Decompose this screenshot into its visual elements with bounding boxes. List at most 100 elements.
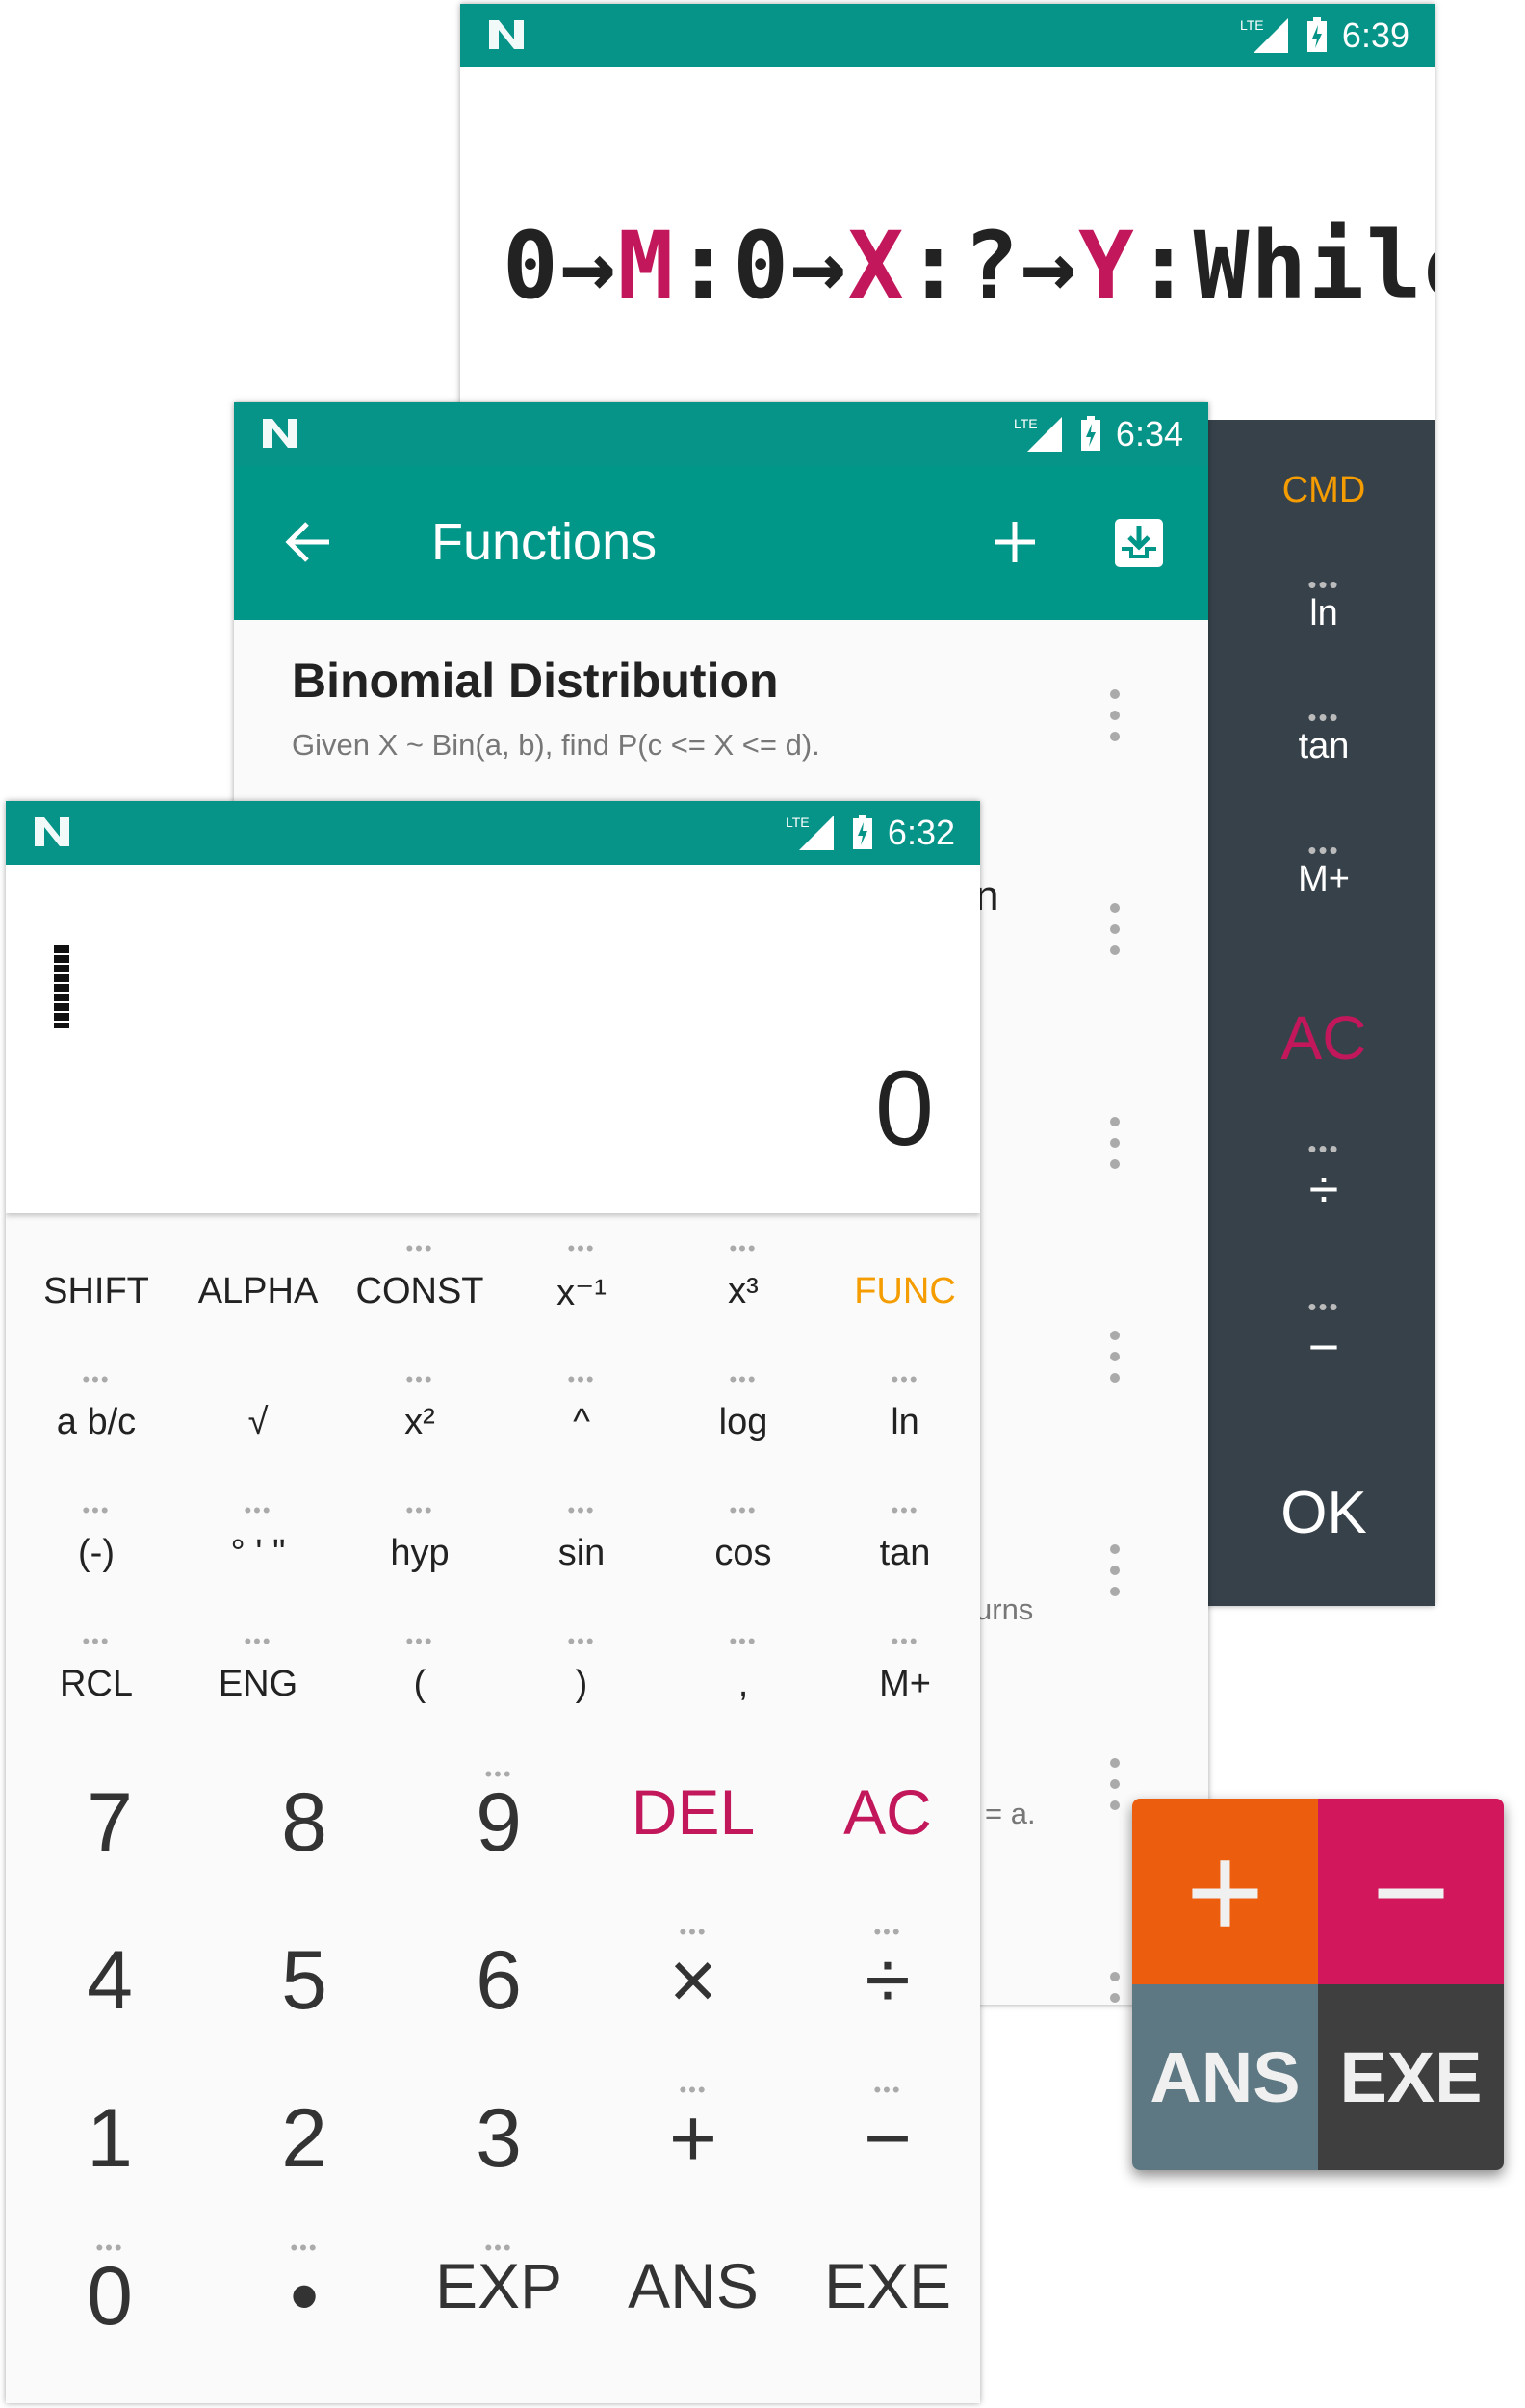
function-key[interactable]: ••• ln [824,1367,980,1443]
function-key-label: , [737,1664,749,1704]
minus-label: − [1371,1815,1451,1967]
keypad-key-label: 9 [476,1776,522,1869]
keypad-key[interactable]: 1 [13,2091,206,2187]
function-key[interactable]: ••• ( [339,1629,501,1705]
more-vert-icon[interactable] [1110,689,1124,753]
function-key[interactable]: •••, [662,1629,824,1705]
function-key[interactable]: ••• (-) [15,1498,177,1574]
secondary-indicator: ••• [873,2078,902,2102]
exe-tile: EXE [1318,1984,1504,2170]
ln-key-label: ln [1309,593,1338,634]
function-key[interactable]: ••• RCL [15,1629,177,1705]
more-vert-icon[interactable] [1110,1117,1124,1180]
calculator-display[interactable]: 0 [6,865,980,1213]
function-key[interactable]: ••• tan [824,1498,980,1574]
minus-key[interactable]: ••• − [1242,1294,1406,1378]
more-vert-icon[interactable] [1110,1972,1124,2005]
exe-label: EXE [1339,2037,1483,2117]
keypad-key[interactable]: ••• ÷ [791,1920,980,2029]
secondary-indicator: ••• [484,2236,513,2260]
function-key[interactable]: ••• x⁻¹ [501,1236,662,1314]
keypad-key[interactable]: ANS [597,2249,789,2322]
cmd-key[interactable]: CMD [1242,470,1406,511]
function-key[interactable]: √ [177,1402,339,1443]
function-key[interactable]: •••) [501,1629,662,1705]
secondary-indicator: ••• [405,1629,434,1653]
app-icon: + − ANS EXE [1132,1799,1504,2170]
android-n-icon [35,817,69,846]
keypad-key-label: ANS [628,2250,759,2321]
function-key[interactable]: SHIFT [15,1271,177,1312]
keypad-key-label: + [668,2092,718,2185]
function-key-label: x⁻¹ [556,1273,607,1313]
ac-key[interactable]: AC [1242,1002,1406,1074]
keypad-key[interactable]: DEL [597,1775,789,1849]
keypad-key-label: EXP [434,2250,563,2321]
secondary-indicator: ••• [484,1762,513,1786]
keypad-key-label: • [289,2250,320,2343]
keypad-key[interactable]: ••• • [208,2236,401,2344]
keypad-key[interactable]: ••• 9 [402,1762,595,1871]
keypad-key[interactable]: AC [791,1775,980,1849]
secondary-indicator: ••• [891,1367,919,1391]
keypad-key[interactable]: 3 [402,2091,595,2187]
lte-signal-icon: LTE [1240,17,1288,53]
function-key[interactable]: FUNC [824,1271,980,1312]
program-display: 0→M:0→X:?→Y:While 1 [460,67,1435,420]
function-key[interactable]: ••• cos [662,1498,824,1574]
back-arrow-icon[interactable] [284,520,332,564]
android-n-icon [263,419,297,448]
keypad-key[interactable]: 2 [208,2091,401,2187]
keypad-key[interactable]: 7 [13,1775,206,1871]
secondary-indicator: ••• [405,1498,434,1522]
ok-key[interactable]: OK [1242,1479,1406,1547]
keypad-key[interactable]: ••• − [791,2078,980,2187]
keypad-key[interactable]: 5 [208,1933,401,2029]
function-description: Given X ~ Bin(a, b), find P(c <= X <= d)… [292,728,820,762]
function-key[interactable]: ALPHA [177,1271,339,1312]
function-key[interactable]: ••• x³ [662,1236,824,1312]
function-key[interactable]: ••• hyp [339,1498,501,1574]
keypad-key-label: 2 [281,2092,327,2185]
plus-label: + [1185,1815,1265,1967]
add-icon[interactable] [993,520,1037,564]
battery-icon [852,815,872,849]
function-key[interactable]: ••• CONST [339,1236,501,1312]
keypad-key[interactable]: ••• × [597,1920,789,2029]
divide-key[interactable]: ••• ÷ [1242,1136,1406,1220]
more-vert-icon[interactable] [1110,1331,1124,1394]
more-vert-icon[interactable] [1110,903,1124,967]
keypad-key-label: 6 [476,1934,522,2027]
function-key[interactable]: ••• sin [501,1498,662,1574]
function-key[interactable]: ••• log [662,1367,824,1443]
secondary-indicator: ••• [679,1920,708,1944]
tan-key[interactable]: ••• tan [1242,705,1406,767]
secondary-indicator: ••• [567,1498,596,1522]
more-vert-icon[interactable] [1110,1544,1124,1608]
keypad-key[interactable]: ••• + [597,2078,789,2187]
secondary-indicator: ••• [729,1236,758,1260]
import-icon[interactable] [1112,516,1166,570]
function-key[interactable]: ••• ° ' " [177,1498,339,1574]
keypad-key[interactable]: ••• EXP [402,2236,595,2322]
keypad-key[interactable]: 4 [13,1933,206,2029]
function-key[interactable]: ••• a b/c [15,1367,177,1443]
m-plus-key[interactable]: ••• M+ [1242,838,1406,900]
secondary-indicator: ••• [244,1498,272,1522]
function-key[interactable]: ••• M+ [824,1629,980,1705]
more-vert-icon[interactable] [1110,1758,1124,1822]
function-key[interactable]: ••• ENG [177,1629,339,1705]
keypad-key[interactable]: 6 [402,1933,595,2029]
keypad-key[interactable]: EXE [791,2249,980,2322]
function-key[interactable]: ••• ^ [501,1367,662,1443]
function-key-label: FUNC [854,1271,956,1311]
keypad-key[interactable]: 8 [208,1775,401,1871]
keypad-key-label: 7 [87,1776,133,1869]
keypad-key-label: EXE [823,2250,952,2321]
ln-key[interactable]: ••• ln [1242,572,1406,634]
page-title: Functions [431,513,658,571]
function-key[interactable]: ••• x² [339,1367,501,1443]
keypad-key[interactable]: ••• 0 [13,2236,206,2344]
partial-description: urns [975,1592,1034,1626]
status-time: 6:32 [887,813,955,852]
